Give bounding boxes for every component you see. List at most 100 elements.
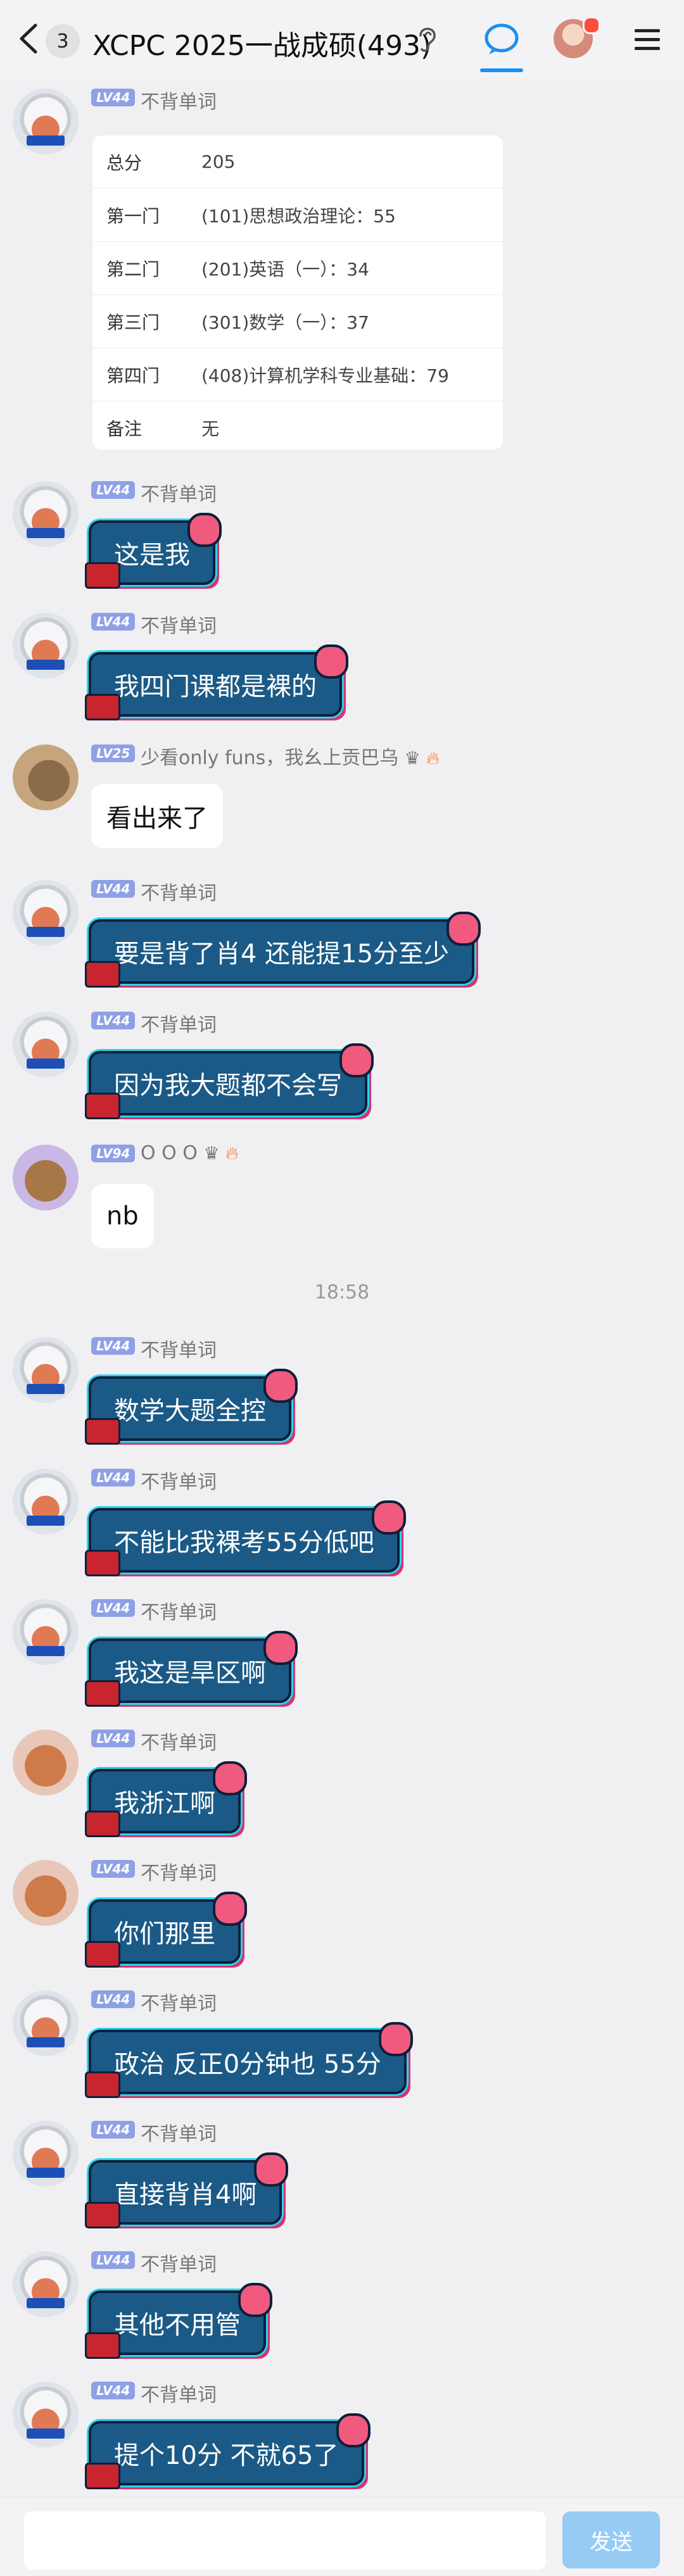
card-row-subject-4: 第四门 (408)计算机学科专业基础：79 — [92, 348, 503, 401]
avatar[interactable] — [13, 880, 79, 946]
card-value: (101)思想政治理论：55 — [201, 205, 396, 227]
message-bubble[interactable]: 直接背肖4啊 — [84, 2152, 289, 2228]
card-row-subject-1: 第一门 (101)思想政治理论：55 — [92, 189, 503, 242]
level-badge: LV44 — [91, 2251, 136, 2269]
avatar[interactable] — [13, 2382, 79, 2447]
sender-name[interactable]: 不背单词 — [141, 1335, 217, 1362]
card-value: 无 — [201, 418, 220, 439]
sender-name[interactable]: 不背单词 — [141, 479, 217, 506]
card-value: (301)数学（一）：37 — [201, 311, 369, 333]
card-value: (201)英语（一）：34 — [201, 258, 369, 280]
card-row-remark: 备注 无 — [92, 401, 503, 449]
sender-name[interactable]: 不背单词 — [141, 1009, 217, 1037]
card-key: 第二门 — [106, 258, 160, 280]
sender-name[interactable]: 不背单词 — [141, 2118, 217, 2146]
card-row-total: 总分 205 — [92, 135, 503, 189]
ear-icon — [419, 27, 436, 52]
avatar[interactable] — [13, 1012, 79, 1078]
level-badge: LV44 — [91, 89, 136, 106]
message-input[interactable] — [24, 2511, 546, 2570]
crown-icon: ♛ — [404, 748, 421, 769]
chat-header: 3 XCPC 2025一战成硕(493) — [0, 0, 684, 79]
sender-name[interactable]: 不背单词 — [141, 2249, 217, 2277]
message-bubble[interactable]: 我这是旱区啊 — [85, 1631, 298, 1707]
sender-name[interactable]: 不背单词 — [141, 1727, 217, 1755]
card-key: 第一门 — [106, 205, 160, 227]
sender-name[interactable]: 不背单词 — [141, 1857, 217, 1885]
level-badge: LV44 — [91, 1469, 136, 1486]
avatar[interactable] — [13, 2121, 79, 2187]
card-key: 总分 — [106, 152, 142, 173]
sender-name[interactable]: 不背单词 — [141, 86, 217, 114]
level-badge: LV44 — [91, 481, 136, 499]
message-bubble[interactable]: 这是我 — [85, 513, 222, 589]
fire-icon: 🔥︎ — [225, 1143, 239, 1164]
avatar[interactable] — [13, 1337, 79, 1403]
avatar[interactable] — [13, 1145, 79, 1210]
card-row-subject-2: 第二门 (201)英语（一）：34 — [92, 242, 503, 295]
avatar[interactable] — [13, 2251, 79, 2317]
crown-icon: ♛ — [203, 1143, 220, 1164]
avatar[interactable] — [13, 613, 79, 679]
message-bubble[interactable]: 我四门课都是裸的 — [85, 644, 348, 720]
card-key: 备注 — [106, 418, 142, 439]
level-badge: LV44 — [91, 2382, 136, 2399]
level-badge: LV44 — [91, 1012, 136, 1029]
level-badge: LV25 — [91, 745, 136, 762]
level-badge: LV44 — [91, 1599, 136, 1617]
message-bubble[interactable]: 我浙江啊 — [85, 1761, 247, 1837]
sender-name[interactable]: 不背单词 — [141, 877, 217, 905]
message-bubble[interactable]: 要是背了肖4 还能提15分至少 — [84, 912, 481, 988]
level-badge: LV94 — [91, 1145, 136, 1162]
chat-title: XCPC 2025一战成硕(493) — [92, 30, 432, 62]
timestamp: 18:58 — [314, 1281, 370, 1304]
menu-icon[interactable] — [632, 27, 662, 52]
avatar[interactable] — [13, 1599, 79, 1665]
unread-count-badge[interactable]: 3 — [46, 24, 80, 58]
send-button[interactable]: 发送 — [562, 2511, 660, 2568]
back-arrow-icon[interactable] — [18, 23, 39, 54]
message-bubble[interactable]: 看出来了 — [91, 784, 223, 848]
level-badge: LV44 — [91, 2121, 136, 2139]
avatar[interactable] — [13, 1990, 79, 2056]
card-key: 第三门 — [106, 311, 160, 333]
avatar[interactable] — [13, 89, 79, 154]
message-bubble[interactable]: 数学大题全控 — [85, 1369, 298, 1445]
score-card[interactable]: 总分 205 第一门 (101)思想政治理论：55 第二门 (201)英语（一）… — [92, 135, 503, 449]
sender-name-text: O O O — [141, 1142, 198, 1164]
message-bubble[interactable]: nb — [91, 1184, 154, 1248]
message-bubble[interactable]: 其他不用管 — [85, 2283, 272, 2359]
avatar[interactable] — [13, 481, 79, 547]
sender-name[interactable]: 不背单词 — [141, 610, 217, 638]
sender-name[interactable]: 不背单词 — [141, 1988, 217, 2016]
message-bubble[interactable]: 不能比我裸考55分低吧 — [85, 1500, 406, 1576]
sender-name[interactable]: 不背单词 — [141, 1597, 217, 1624]
fire-icon: 🔥︎ — [426, 748, 440, 769]
message-bubble[interactable]: 政治 反正0分钟也 55分 — [85, 2022, 413, 2098]
sender-name-text: 少看only funs，我幺上贡巴乌 — [141, 747, 399, 769]
sender-name[interactable]: 少看only funs，我幺上贡巴乌 ♛ 🔥︎ — [141, 742, 440, 770]
level-badge: LV44 — [91, 613, 136, 631]
level-badge: LV44 — [91, 1337, 136, 1355]
avatar[interactable] — [13, 1469, 79, 1535]
sender-name[interactable]: 不背单词 — [141, 1466, 217, 1494]
notification-dot — [583, 16, 600, 34]
message-bubble[interactable]: 你们那里 — [85, 1892, 247, 1968]
card-row-subject-3: 第三门 (301)数学（一）：37 — [92, 295, 503, 348]
sender-name[interactable]: 不背单词 — [141, 2379, 217, 2407]
sender-name[interactable]: O O O ♛ 🔥︎ — [141, 1142, 239, 1164]
avatar[interactable] — [13, 1730, 79, 1795]
level-badge: LV44 — [91, 1730, 136, 1747]
chat-bubble-icon[interactable] — [479, 18, 524, 72]
avatar[interactable] — [13, 745, 79, 810]
level-badge: LV44 — [91, 1990, 136, 2008]
level-badge: LV44 — [91, 1860, 136, 1878]
message-bubble[interactable]: 提个10分 不就65了 — [85, 2413, 370, 2489]
card-key: 第四门 — [106, 365, 160, 386]
card-value: (408)计算机学科专业基础：79 — [201, 365, 449, 386]
card-value: 205 — [201, 151, 236, 172]
message-bubble[interactable]: 因为我大题都不会写 — [85, 1043, 374, 1119]
input-bar: 发送 — [0, 2497, 684, 2576]
avatar[interactable] — [13, 1860, 79, 1926]
level-badge: LV44 — [91, 880, 136, 898]
